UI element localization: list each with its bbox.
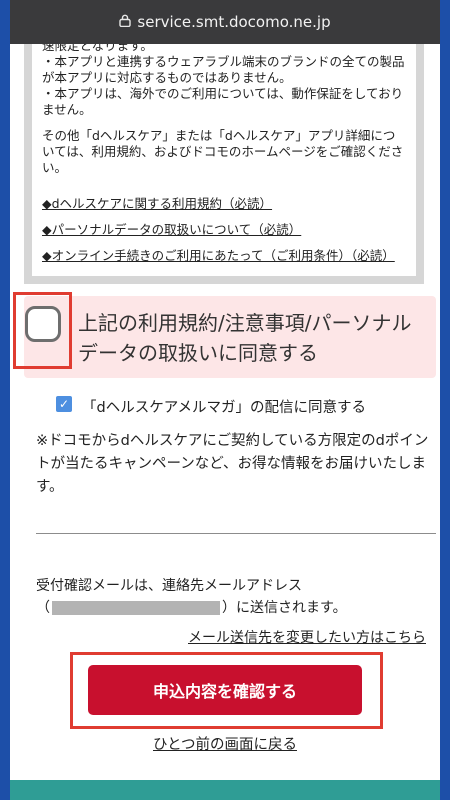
terms-content: 速限定となります。 ・本アプリと連携するウェアラブル端末のブランドの全ての製品が…	[32, 44, 416, 276]
terms-line: ・本アプリと連携するウェアラブル端末のブランドの全ての製品が本アプリに対応するも…	[42, 54, 405, 85]
terms-line: 速限定となります。	[42, 44, 153, 53]
change-email-link[interactable]: メール送信先を変更したい方はこちら	[188, 627, 426, 647]
mailmag-label: 「dヘルスケアメルマガ」の配信に同意する	[82, 400, 366, 416]
confirmation-text: 受付確認メールは、連絡先メールアドレス （ ）に送信されます。	[36, 575, 436, 619]
lock-icon	[119, 14, 132, 31]
back-link[interactable]: ひとつ前の画面に戻る	[10, 733, 440, 754]
terms-line: ・本アプリは、海外でのご利用については、動作保証をしておりません。	[42, 86, 404, 117]
bottom-bar	[10, 780, 440, 800]
terms-link-online-procedure[interactable]: ◆オンライン手続きのご利用にあたって（ご利用条件）（必読）	[42, 248, 406, 264]
agree-panel[interactable]: 上記の利用規約/注意事項/パーソナルデータの取扱いに同意する	[24, 296, 436, 378]
confirmation-suffix: ）に送信されます。	[222, 600, 347, 616]
terms-link-usage[interactable]: ◆dヘルスケアに関する利用規約（必読）	[42, 196, 406, 212]
confirmation-line: 受付確認メールは、連絡先メールアドレス	[36, 578, 302, 594]
mailmag-note: ※ドコモからdヘルスケアにご契約している方限定のdポイントが当たるキャンペーンな…	[36, 433, 429, 495]
submit-button-highlight	[70, 652, 383, 729]
terms-scroll-box[interactable]: 速限定となります。 ・本アプリと連携するウェアラブル端末のブランドの全ての製品が…	[24, 44, 424, 284]
url-bar[interactable]: service.smt.docomo.ne.jp	[10, 0, 440, 44]
terms-link-personal-data[interactable]: ◆パーソナルデータの取扱いについて（必読）	[42, 222, 406, 238]
terms-other-info: その他「dヘルスケア」または「dヘルスケア」アプリ詳細については、利用規約、およ…	[42, 128, 404, 175]
divider	[36, 533, 436, 534]
confirmation-address-line: （ ）に送信されます。	[36, 597, 436, 619]
agree-label: 上記の利用規約/注意事項/パーソナルデータの取扱いに同意する	[78, 311, 412, 365]
page: service.smt.docomo.ne.jp 速限定となります。 ・本アプリ…	[10, 0, 440, 800]
agree-checkbox-highlight	[13, 292, 72, 369]
masked-email	[52, 601, 220, 615]
url-text: service.smt.docomo.ne.jp	[137, 13, 331, 31]
mailmag-checkbox[interactable]: ✓	[56, 396, 72, 412]
paren-open: （	[36, 600, 50, 616]
